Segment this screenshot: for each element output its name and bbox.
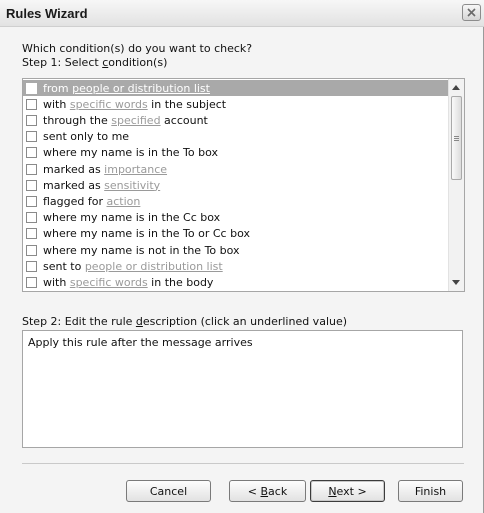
conditions-scrollbar[interactable] [448, 79, 464, 291]
condition-row[interactable]: through the specified account [23, 112, 448, 128]
condition-text: through the [43, 113, 112, 127]
step2-rest: escription (click an underlined value) [142, 315, 348, 328]
window-title: Rules Wizard [6, 6, 88, 21]
title-bar[interactable]: Rules Wizard [0, 0, 484, 27]
conditions-list[interactable]: from people or distribution list with spe… [22, 78, 465, 292]
scroll-thumb[interactable] [451, 96, 462, 180]
scroll-up-arrow-icon[interactable] [452, 85, 460, 90]
condition-row[interactable]: where my name is in the To or Cc box [23, 226, 448, 242]
cancel-button[interactable]: Cancel [126, 480, 211, 502]
next-label: Next > [328, 485, 366, 498]
condition-checkbox[interactable] [26, 114, 37, 126]
condition-text-after: in the subject [147, 97, 227, 111]
condition-checkbox[interactable] [26, 98, 37, 110]
condition-checkbox[interactable] [26, 82, 37, 94]
condition-value-link[interactable]: sensitivity [104, 179, 160, 192]
close-button[interactable] [462, 4, 481, 21]
condition-row[interactable]: where my name is in the To box [23, 145, 448, 161]
condition-row[interactable]: sent to people or distribution list [23, 258, 448, 274]
step1-rest: ondition(s) [108, 56, 168, 69]
condition-text: sent only to me [43, 130, 130, 144]
back-accelerator: B [260, 484, 269, 498]
back-label: < Back [248, 485, 287, 498]
next-rest: ext > [336, 484, 367, 498]
condition-text: from [43, 81, 73, 95]
condition-checkbox[interactable] [26, 147, 37, 159]
rule-description-text: Apply this rule after the message arrive… [28, 336, 253, 349]
button-separator [22, 463, 464, 464]
condition-row[interactable]: with specific words in the subject [23, 96, 448, 112]
condition-row[interactable]: marked as sensitivity [23, 177, 448, 193]
condition-text-after: in the body [147, 275, 214, 289]
step2-label: Step 2: Edit the rule description (click… [22, 315, 347, 328]
condition-value-link[interactable]: specified [111, 114, 160, 127]
condition-text: with [43, 97, 70, 111]
condition-checkbox[interactable] [26, 179, 37, 191]
close-icon [467, 8, 476, 17]
condition-row[interactable]: from people or distribution list [23, 80, 448, 96]
condition-value-link[interactable]: specific words [70, 276, 148, 289]
condition-row[interactable]: flagged for action [23, 193, 448, 209]
condition-row[interactable]: with specific words in the body [23, 274, 448, 290]
condition-checkbox[interactable] [26, 163, 37, 175]
next-accelerator: N [328, 484, 337, 498]
step1-prefix: Step 1: Select [22, 56, 103, 69]
condition-text: where my name is in the To or Cc box [43, 227, 250, 241]
cancel-label: Cancel [149, 484, 188, 498]
condition-row[interactable]: marked as importance [23, 161, 448, 177]
condition-text: sent to [43, 259, 85, 273]
finish-label: Finish [414, 484, 447, 498]
finish-button[interactable]: Finish [398, 480, 463, 502]
condition-checkbox[interactable] [26, 131, 37, 143]
condition-checkbox[interactable] [26, 212, 37, 224]
next-button[interactable]: Next > [310, 480, 385, 502]
condition-value-link[interactable]: people or distribution list [72, 82, 210, 95]
condition-text: where my name is in the Cc box [43, 211, 221, 225]
condition-checkbox[interactable] [26, 260, 37, 272]
scroll-down-arrow-icon[interactable] [452, 280, 460, 285]
condition-row[interactable]: where my name is in the Cc box [23, 210, 448, 226]
condition-checkbox[interactable] [26, 228, 37, 240]
step2-prefix: Step 2: Edit the rule [22, 315, 136, 328]
condition-text: marked as [43, 178, 105, 192]
condition-value-link[interactable]: action [107, 195, 141, 208]
back-rest: ack [268, 484, 288, 498]
back-button[interactable]: < Back [229, 480, 306, 502]
condition-text: marked as [43, 162, 105, 176]
step2-accelerator: d [135, 315, 143, 328]
condition-text-after: account [160, 113, 208, 127]
condition-value-link[interactable]: specific words [70, 98, 148, 111]
rule-description-box[interactable]: Apply this rule after the message arrive… [22, 330, 463, 448]
condition-value-link[interactable]: importance [104, 163, 167, 176]
condition-row[interactable]: where my name is not in the To box [23, 242, 448, 258]
step1-label: Step 1: Select condition(s) [22, 56, 167, 69]
rules-wizard-dialog: Rules Wizard Which condition(s) do you w… [0, 0, 484, 513]
condition-text: where my name is in the To box [43, 146, 219, 160]
condition-text: where my name is not in the To box [43, 243, 240, 257]
condition-checkbox[interactable] [26, 244, 37, 256]
condition-question: Which condition(s) do you want to check? [22, 42, 253, 55]
condition-value-link[interactable]: people or distribution list [85, 260, 223, 273]
back-prefix: < [247, 484, 261, 498]
condition-text: flagged for [43, 194, 107, 208]
condition-row[interactable]: sent only to me [23, 129, 448, 145]
condition-text: with [43, 275, 70, 289]
condition-checkbox[interactable] [26, 195, 37, 207]
condition-checkbox[interactable] [26, 276, 37, 288]
